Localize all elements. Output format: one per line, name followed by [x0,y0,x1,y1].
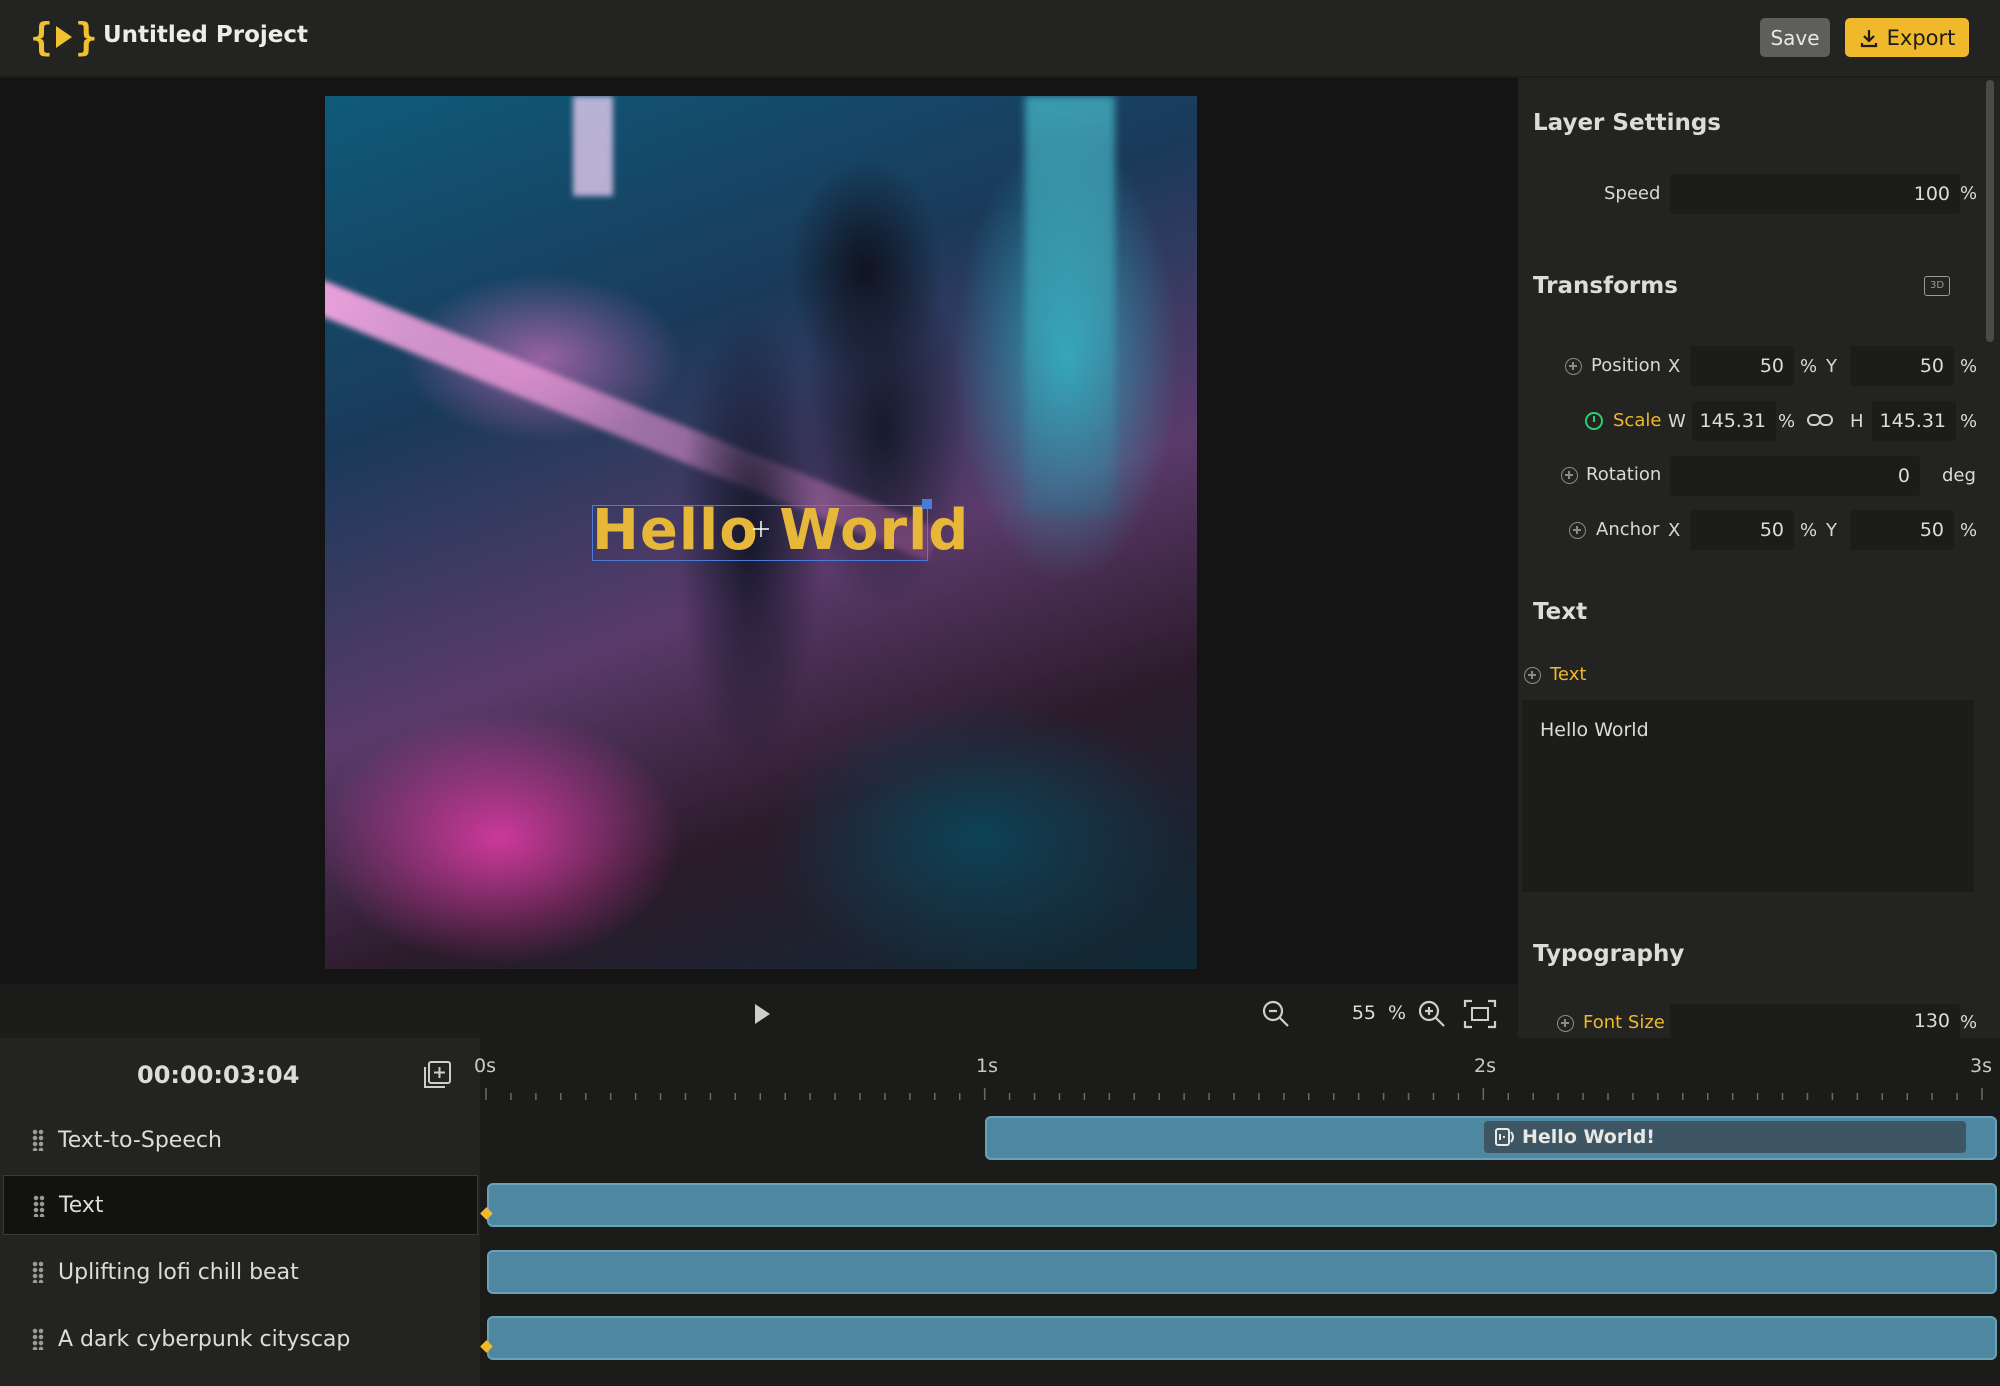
layer-settings-title: Layer Settings [1533,110,1721,136]
scale-w-label: W [1668,411,1686,432]
save-button[interactable]: Save [1760,18,1830,57]
scene-tower-right [1025,96,1115,516]
track-name: Text [59,1192,104,1218]
add-track-icon[interactable] [422,1060,452,1090]
play-icon[interactable] [755,1004,770,1024]
text-section-title: Text [1533,599,1588,625]
scene-tower-left [573,96,613,196]
rotation-unit: deg [1942,465,1976,486]
ruler-label-3s: 3s [1970,1055,1992,1077]
anchor-y-input[interactable]: 50 [1850,510,1954,550]
anchor-x-input[interactable]: 50 [1690,510,1794,550]
zoom-in-icon[interactable] [1416,998,1448,1030]
ruler-ticks [485,1088,1983,1100]
drag-handle-icon[interactable] [33,1195,45,1217]
export-button[interactable]: Export [1845,18,1969,57]
ruler-label-0s: 0s [474,1055,496,1077]
font-size-input[interactable]: 130 [1670,1004,1960,1038]
font-size-keyframe-icon[interactable] [1557,1015,1574,1032]
rotation-label: Rotation [1586,464,1662,485]
scale-h-label: H [1850,411,1864,432]
position-y-input[interactable]: 50 [1850,346,1954,386]
export-label: Export [1886,25,1956,50]
track-header-image[interactable]: A dark cyberpunk cityscap [0,1309,480,1369]
speed-label: Speed [1604,183,1661,204]
text-keyframe-icon[interactable] [1524,667,1541,684]
clip-tts-label[interactable]: Hello World! [1484,1121,1966,1153]
anchor-y-label: Y [1826,520,1837,541]
ruler-label-1s: 1s [976,1055,998,1077]
link-aspect-icon[interactable] [1806,410,1834,430]
clip-music[interactable] [487,1250,1997,1294]
anchor-x-label: X [1668,520,1681,541]
speed-unit: % [1960,183,1978,204]
drag-handle-icon[interactable] [32,1261,44,1283]
position-y-unit: % [1960,356,1978,377]
resize-handle[interactable] [922,499,932,509]
position-y-label: Y [1826,356,1837,377]
properties-panel [1518,78,2000,1038]
zoom-out-icon[interactable] [1260,998,1292,1030]
project-title[interactable]: Untitled Project [103,22,308,48]
rotation-input[interactable]: 0 [1670,456,1920,496]
position-x-input[interactable]: 50 [1690,346,1794,386]
move-cursor-icon [753,521,769,537]
clip-image[interactable] [487,1316,1997,1360]
transforms-title: Transforms [1533,273,1678,299]
font-size-label: Font Size [1583,1012,1665,1033]
speech-icon [1495,1128,1514,1146]
anchor-label: Anchor [1596,519,1660,540]
ruler-label-2s: 2s [1474,1055,1496,1077]
typography-title: Typography [1533,941,1685,967]
text-field-label: Text [1550,664,1587,685]
scale-w-unit: % [1778,411,1796,432]
track-name: A dark cyberpunk cityscap [58,1326,351,1352]
drag-handle-icon[interactable] [32,1129,44,1151]
scale-label: Scale [1613,410,1662,431]
fit-to-screen-icon[interactable] [1462,998,1498,1030]
position-label: Position [1591,355,1662,376]
track-header-music[interactable]: Uplifting lofi chill beat [0,1242,480,1302]
rotation-keyframe-icon[interactable] [1561,467,1578,484]
clip-label: Hello World! [1522,1126,1655,1148]
zoom-unit: % [1388,1002,1407,1024]
track-name: Uplifting lofi chill beat [58,1259,299,1285]
clip-text[interactable] [487,1183,1997,1227]
text-content-textarea[interactable]: Hello World [1522,700,1974,892]
drag-handle-icon[interactable] [32,1328,44,1350]
scale-h-unit: % [1960,411,1978,432]
3d-toggle-icon[interactable]: 3D [1924,276,1950,296]
track-name: Text-to-Speech [58,1127,222,1153]
download-icon [1860,29,1877,47]
top-bar: {} Untitled Project Save Export [0,0,2000,76]
position-x-label: X [1668,356,1681,377]
font-size-unit: % [1960,1012,1978,1033]
track-header-tts[interactable]: Text-to-Speech [0,1110,480,1170]
scale-keyframe-active-icon[interactable] [1585,412,1603,430]
position-x-unit: % [1800,356,1818,377]
anchor-y-unit: % [1960,520,1978,541]
speed-input[interactable]: 100 [1670,174,1960,214]
anchor-x-unit: % [1800,520,1818,541]
anchor-keyframe-icon[interactable] [1569,522,1586,539]
scale-h-input[interactable]: 145.31 [1872,401,1956,441]
position-keyframe-icon[interactable] [1565,358,1582,375]
panel-scrollbar[interactable] [1986,80,1994,342]
timecode: 00:00:03:04 [137,1061,300,1089]
zoom-input[interactable]: 55 [1310,1002,1376,1024]
scale-w-input[interactable]: 145.31 [1692,401,1776,441]
app-logo-icon: {} [30,15,98,59]
track-header-text[interactable]: Text [3,1175,478,1235]
